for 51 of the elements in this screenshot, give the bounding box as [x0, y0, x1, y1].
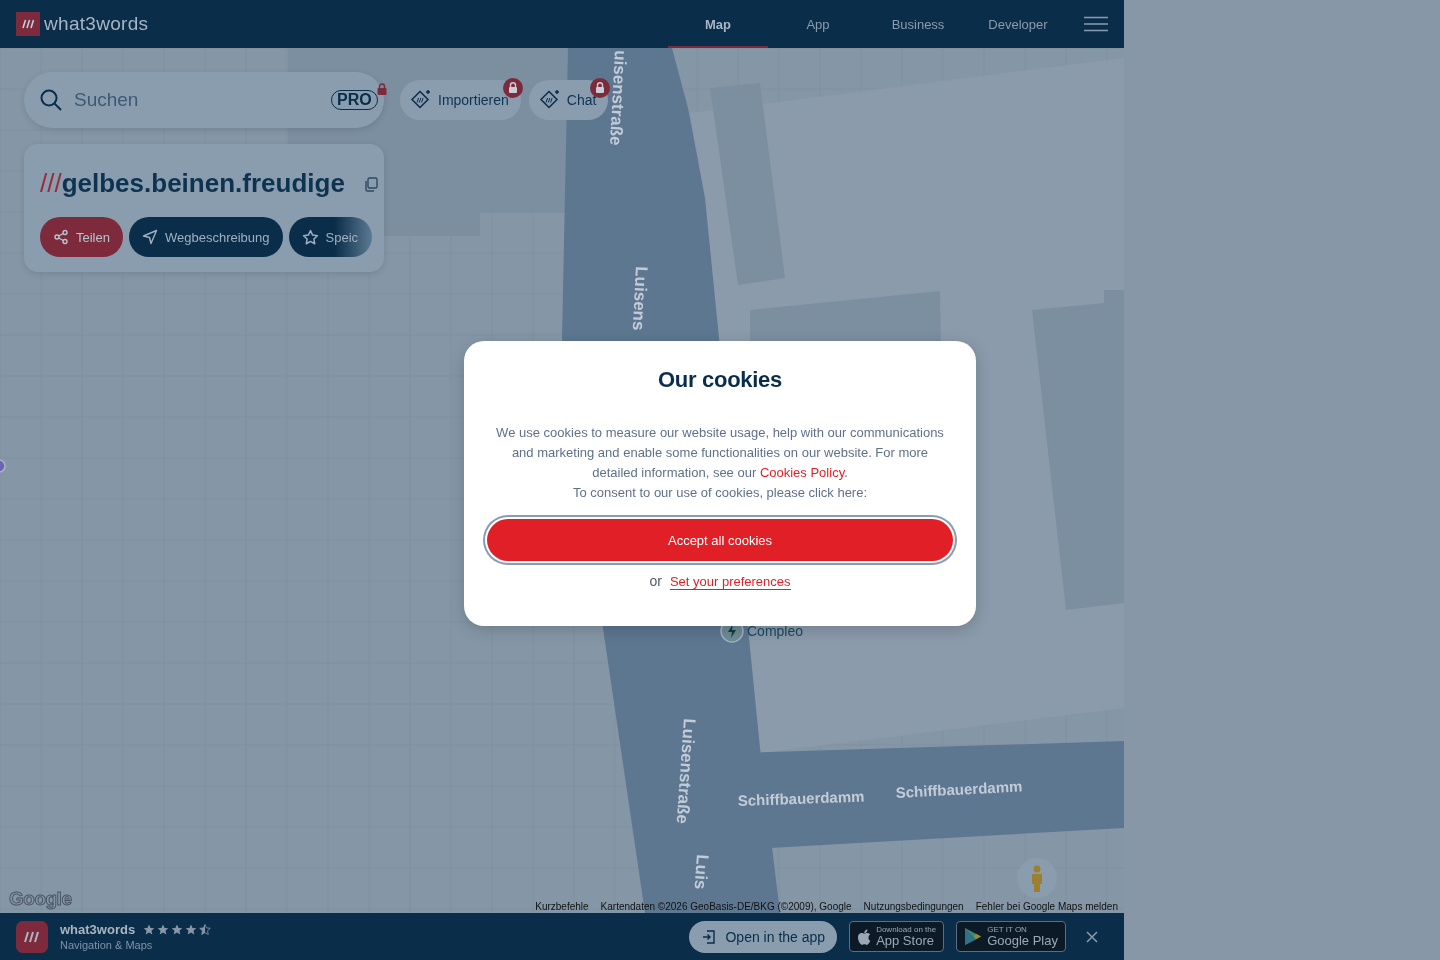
share-button[interactable]: Teilen: [40, 217, 123, 257]
street-label: Schiffbauerdamm: [737, 787, 865, 809]
attribution-link[interactable]: Fehler bei Google Maps melden: [975, 901, 1118, 912]
google-logo: Google: [9, 888, 72, 910]
preferences-link[interactable]: Set your preferences: [669, 574, 791, 590]
app-category: Navigation & Maps: [60, 939, 154, 951]
open-in-app-button[interactable]: Open in the app: [689, 920, 838, 953]
app-icon: [16, 920, 48, 953]
consent-text: To consent to our use of cookies, please click here:: [571, 484, 869, 502]
street-label: Schiffbauerdamm: [895, 777, 1023, 801]
attribution-link[interactable]: Nutzungsbedingungen: [863, 901, 964, 912]
three-word-address: ///gelbes.beinen.freudige: [40, 168, 345, 199]
close-icon[interactable]: [1086, 930, 1098, 943]
logo-text[interactable]: what3words: [44, 13, 149, 35]
street-label: Luis: [690, 853, 712, 890]
star-icon: [301, 228, 319, 246]
poi-label: Compleo: [747, 623, 804, 639]
attribution-link[interactable]: Kartendaten ©2026 GeoBasis-DE/BKG (©2009), Google: [600, 901, 852, 912]
half-star-icon: [199, 923, 212, 936]
enter-icon: [701, 928, 718, 945]
star-icon: [143, 923, 156, 936]
nav-tab[interactable]: App: [768, 0, 868, 48]
feature-chip[interactable]: Chat: [528, 80, 609, 120]
nav-tab[interactable]: Developer: [968, 0, 1068, 48]
share-icon: [53, 229, 69, 245]
feature-chip[interactable]: Importieren: [400, 80, 521, 120]
save-button[interactable]: Speic: [288, 217, 373, 257]
cookie-description: We use cookies to measure our website usage, help with our communications and marketing and enable some functionalities on our website. For more detailed information, see our Cookies Policy.: [495, 424, 945, 482]
attribution-link[interactable]: Kurzbefehle: [535, 901, 589, 912]
search-field[interactable]: Suchen PRO: [24, 72, 384, 128]
search-input[interactable]: Suchen: [72, 88, 321, 112]
app-name: what3words: [60, 922, 136, 937]
navigation-arrow-icon: [141, 229, 158, 245]
directions-button[interactable]: Wegbeschreibung: [128, 217, 283, 257]
apple-icon: [857, 928, 872, 945]
street-label: uisenstraße: [606, 49, 630, 147]
app-store-badge[interactable]: Download on the App Store: [849, 921, 945, 952]
street-label: Luisenstraße: [672, 717, 699, 825]
menu-icon[interactable]: [1084, 16, 1108, 32]
diamond-sparkle-icon: [410, 89, 432, 111]
google-play-badge[interactable]: GET IT ON Google Play: [956, 921, 1066, 952]
search-icon: [40, 89, 62, 111]
star-icon: [171, 923, 184, 936]
play-triangle-icon: [964, 927, 983, 946]
dialog-title: Our cookies: [657, 367, 783, 393]
street-label: Luisens: [628, 265, 651, 331]
or-text: or: [649, 573, 662, 589]
nav-tab[interactable]: Business: [868, 0, 968, 48]
star-icon: [157, 923, 170, 936]
copy-icon[interactable]: [362, 175, 379, 192]
diamond-sparkle-icon: [538, 89, 561, 111]
